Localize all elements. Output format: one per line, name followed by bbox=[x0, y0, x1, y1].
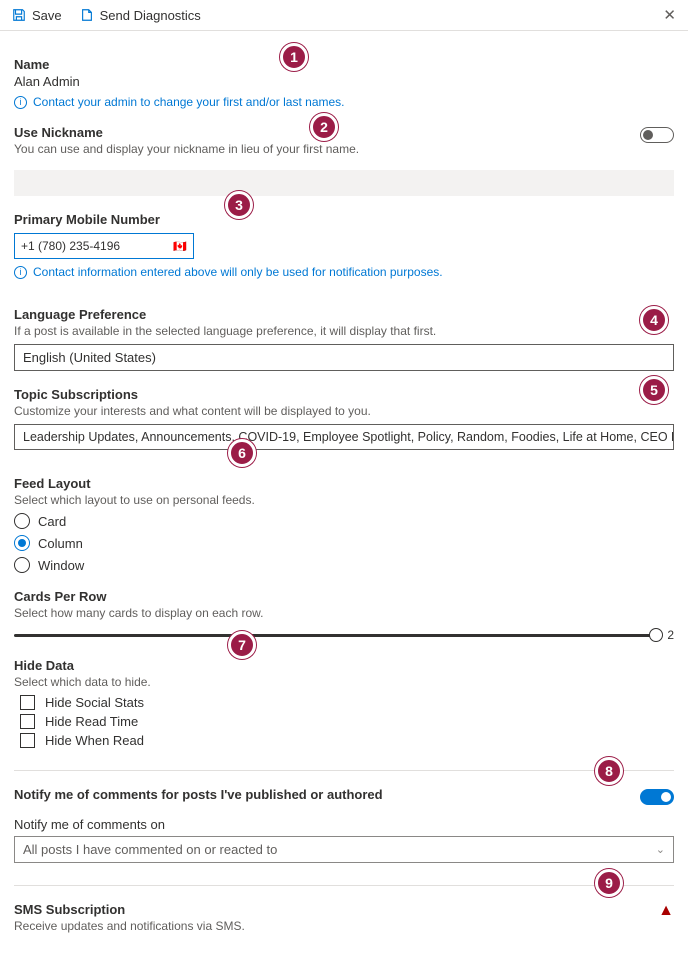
callout-4: 4 bbox=[640, 306, 668, 334]
cards-desc: Select how many cards to display on each… bbox=[14, 606, 674, 620]
radio-window-label: Window bbox=[38, 558, 84, 573]
diagnostics-icon bbox=[80, 8, 94, 22]
radio-card-label: Card bbox=[38, 514, 66, 529]
hide-data-section: Hide Data Select which data to hide. Hid… bbox=[14, 658, 674, 748]
close-button[interactable]: ✕ bbox=[663, 6, 676, 24]
info-icon: i bbox=[14, 266, 27, 279]
toolbar: Save Send Diagnostics ✕ bbox=[0, 0, 688, 31]
save-button[interactable]: Save bbox=[12, 8, 62, 23]
info-icon: i bbox=[14, 96, 27, 109]
cards-per-row-section: Cards Per Row Select how many cards to d… bbox=[14, 589, 674, 642]
radio-column-label: Column bbox=[38, 536, 83, 551]
phone-section: Primary Mobile Number +1 (780) 235-4196 … bbox=[14, 212, 674, 279]
topics-label: Topic Subscriptions bbox=[14, 387, 674, 402]
notify-on-label: Notify me of comments on bbox=[14, 817, 674, 832]
language-label: Language Preference bbox=[14, 307, 674, 322]
flag-icon: 🇨🇦 bbox=[173, 240, 187, 253]
callout-1: 1 bbox=[280, 43, 308, 71]
notify-published-section: Notify me of comments for posts I've pub… bbox=[14, 787, 674, 805]
check-social-stats-label: Hide Social Stats bbox=[45, 695, 144, 710]
radio-card[interactable]: Card bbox=[14, 513, 674, 529]
check-when-read[interactable]: Hide When Read bbox=[20, 733, 674, 748]
chevron-down-icon: ⌄ bbox=[656, 843, 665, 856]
divider bbox=[14, 770, 674, 771]
divider bbox=[14, 885, 674, 886]
topics-section: Topic Subscriptions Customize your inter… bbox=[14, 387, 674, 450]
radio-window[interactable]: Window bbox=[14, 557, 674, 573]
phone-label: Primary Mobile Number bbox=[14, 212, 674, 227]
notify-published-label: Notify me of comments for posts I've pub… bbox=[14, 787, 640, 802]
callout-2: 2 bbox=[310, 113, 338, 141]
topics-desc: Customize your interests and what conten… bbox=[14, 404, 674, 418]
name-section: Name Alan Admin i Contact your admin to … bbox=[14, 57, 674, 109]
cards-label: Cards Per Row bbox=[14, 589, 674, 604]
callout-8: 8 bbox=[595, 757, 623, 785]
notify-on-dropdown[interactable]: All posts I have commented on or reacted… bbox=[14, 836, 674, 863]
warning-icon: ▲ bbox=[658, 902, 674, 920]
topics-select[interactable]: Leadership Updates, Announcements, COVID… bbox=[14, 424, 674, 450]
cards-slider[interactable] bbox=[14, 634, 657, 637]
callout-6: 6 bbox=[228, 439, 256, 467]
callout-9: 9 bbox=[595, 869, 623, 897]
phone-hint: i Contact information entered above will… bbox=[14, 265, 674, 279]
sms-label: SMS Subscription bbox=[14, 902, 658, 917]
phone-hint-text: Contact information entered above will o… bbox=[33, 265, 443, 279]
hide-desc: Select which data to hide. bbox=[14, 675, 674, 689]
callout-7: 7 bbox=[228, 631, 256, 659]
name-value: Alan Admin bbox=[14, 74, 674, 89]
phone-value: +1 (780) 235-4196 bbox=[21, 239, 173, 253]
notify-on-section: Notify me of comments on All posts I hav… bbox=[14, 817, 674, 863]
nickname-section: Use Nickname You can use and display you… bbox=[14, 125, 674, 196]
save-label: Save bbox=[32, 8, 62, 23]
language-section: Language Preference If a post is availab… bbox=[14, 307, 674, 371]
nickname-toggle[interactable] bbox=[640, 127, 674, 143]
name-label: Name bbox=[14, 57, 674, 72]
hide-label: Hide Data bbox=[14, 658, 674, 673]
feed-label: Feed Layout bbox=[14, 476, 674, 491]
sms-desc: Receive updates and notifications via SM… bbox=[14, 919, 658, 933]
language-desc: If a post is available in the selected l… bbox=[14, 324, 674, 338]
nickname-desc: You can use and display your nickname in… bbox=[14, 142, 640, 156]
feed-radio-group: Card Column Window bbox=[14, 513, 674, 573]
name-hint-text: Contact your admin to change your first … bbox=[33, 95, 345, 109]
send-diagnostics-label: Send Diagnostics bbox=[100, 8, 201, 23]
feed-desc: Select which layout to use on personal f… bbox=[14, 493, 674, 507]
content-panel: 1 2 3 4 5 6 7 8 9 Name Alan Admin i Cont… bbox=[0, 31, 688, 969]
notify-on-value: All posts I have commented on or reacted… bbox=[23, 842, 656, 857]
phone-input[interactable]: +1 (780) 235-4196 🇨🇦 bbox=[14, 233, 194, 259]
nickname-input[interactable] bbox=[14, 170, 674, 196]
check-read-time-label: Hide Read Time bbox=[45, 714, 138, 729]
sms-section: SMS Subscription Receive updates and not… bbox=[14, 902, 674, 939]
radio-column[interactable]: Column bbox=[14, 535, 674, 551]
language-select[interactable]: English (United States) bbox=[14, 344, 674, 371]
check-when-read-label: Hide When Read bbox=[45, 733, 144, 748]
save-icon bbox=[12, 8, 26, 22]
notify-published-toggle[interactable] bbox=[640, 789, 674, 805]
check-social-stats[interactable]: Hide Social Stats bbox=[20, 695, 674, 710]
callout-3: 3 bbox=[225, 191, 253, 219]
check-read-time[interactable]: Hide Read Time bbox=[20, 714, 674, 729]
cards-value: 2 bbox=[667, 628, 674, 642]
name-hint: i Contact your admin to change your firs… bbox=[14, 95, 674, 109]
feed-layout-section: Feed Layout Select which layout to use o… bbox=[14, 476, 674, 573]
send-diagnostics-button[interactable]: Send Diagnostics bbox=[80, 8, 201, 23]
callout-5: 5 bbox=[640, 376, 668, 404]
